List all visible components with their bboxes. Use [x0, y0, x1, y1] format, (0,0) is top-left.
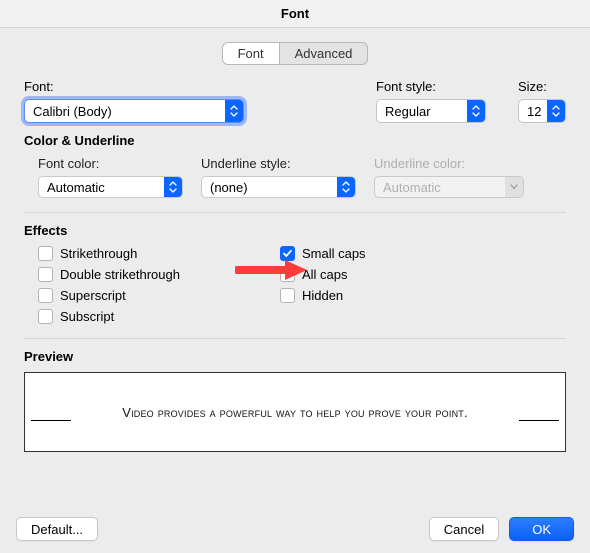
- footer: Default... Cancel OK: [0, 505, 590, 553]
- default-button[interactable]: Default...: [16, 517, 98, 541]
- ucolor-select: Automatic: [374, 176, 524, 198]
- checkbox-doublestrike[interactable]: Double strikethrough: [38, 267, 180, 282]
- divider: [24, 338, 566, 339]
- checkbox-label: Superscript: [60, 288, 126, 303]
- window-title: Font: [0, 0, 590, 28]
- checkbox-strikethrough[interactable]: Strikethrough: [38, 246, 180, 261]
- checkbox-box: [38, 246, 53, 261]
- checkbox-box: [38, 267, 53, 282]
- font-label: Font:: [24, 79, 362, 94]
- preview-box: Video provides a powerful way to help yo…: [24, 372, 566, 452]
- checkbox-label: Strikethrough: [60, 246, 137, 261]
- checkbox-superscript[interactable]: Superscript: [38, 288, 180, 303]
- preview-baseline-right: [519, 420, 559, 421]
- checkbox-label: All caps: [302, 267, 348, 282]
- effects-heading: Effects: [24, 223, 566, 238]
- checkbox-box: [38, 288, 53, 303]
- checkbox-label: Small caps: [302, 246, 366, 261]
- checkbox-subscript[interactable]: Subscript: [38, 309, 180, 324]
- chevron-updown-icon: [230, 105, 238, 117]
- font-select-value: Calibri (Body): [33, 104, 225, 119]
- fontstyle-select[interactable]: Regular: [376, 99, 486, 123]
- fontstyle-select-value: Regular: [385, 104, 467, 119]
- divider: [24, 212, 566, 213]
- size-select-button[interactable]: [547, 100, 565, 122]
- ok-button-label: OK: [532, 522, 551, 537]
- checkbox-smallcaps[interactable]: Small caps: [280, 246, 366, 261]
- ustyle-label: Underline style:: [201, 156, 356, 171]
- tab-group: Font Advanced: [222, 42, 369, 65]
- ok-button[interactable]: OK: [509, 517, 574, 541]
- checkbox-box: [280, 267, 295, 282]
- ucolor-label: Underline color:: [374, 156, 524, 171]
- checkbox-box: [280, 246, 295, 261]
- checkbox-label: Subscript: [60, 309, 114, 324]
- checkbox-allcaps[interactable]: All caps: [280, 267, 366, 282]
- ucolor-select-value: Automatic: [383, 180, 441, 195]
- default-button-label: Default...: [31, 522, 83, 537]
- checkmark-icon: [282, 248, 293, 259]
- cancel-button-label: Cancel: [444, 522, 484, 537]
- font-select[interactable]: Calibri (Body): [24, 99, 244, 123]
- tab-bar: Font Advanced: [0, 42, 590, 65]
- preview-text: Video provides a powerful way to help yo…: [122, 405, 468, 420]
- checkbox-box: [38, 309, 53, 324]
- fontcolor-select-value: Automatic: [47, 180, 105, 195]
- effects-section: Strikethrough Double strikethrough Super…: [24, 246, 566, 324]
- chevron-down-icon: [510, 184, 518, 190]
- size-label: Size:: [518, 79, 566, 94]
- tab-font[interactable]: Font: [223, 43, 279, 64]
- checkbox-box: [280, 288, 295, 303]
- chevron-updown-icon: [472, 105, 480, 117]
- preview-baseline-left: [31, 420, 71, 421]
- checkbox-label: Double strikethrough: [60, 267, 180, 282]
- preview-heading: Preview: [24, 349, 566, 364]
- ustyle-select-button[interactable]: [337, 177, 355, 197]
- size-select-value: 12: [527, 104, 547, 119]
- tab-advanced[interactable]: Advanced: [279, 43, 368, 64]
- checkbox-hidden[interactable]: Hidden: [280, 288, 366, 303]
- fontstyle-select-button[interactable]: [467, 100, 485, 122]
- chevron-updown-icon: [552, 105, 560, 117]
- chevron-updown-icon: [342, 181, 350, 193]
- color-underline-heading: Color & Underline: [24, 133, 566, 148]
- cancel-button[interactable]: Cancel: [429, 517, 499, 541]
- tab-font-label: Font: [238, 46, 264, 61]
- tab-advanced-label: Advanced: [295, 46, 353, 61]
- fontcolor-select-button[interactable]: [164, 177, 182, 197]
- window-title-text: Font: [281, 6, 309, 21]
- chevron-updown-icon: [169, 181, 177, 193]
- size-select[interactable]: 12: [518, 99, 566, 123]
- ucolor-select-button: [505, 177, 523, 197]
- fontcolor-label: Font color:: [38, 156, 183, 171]
- fontstyle-label: Font style:: [376, 79, 486, 94]
- font-select-button[interactable]: [225, 100, 243, 122]
- ustyle-select[interactable]: (none): [201, 176, 356, 198]
- fontcolor-select[interactable]: Automatic: [38, 176, 183, 198]
- checkbox-label: Hidden: [302, 288, 343, 303]
- ustyle-select-value: (none): [210, 180, 248, 195]
